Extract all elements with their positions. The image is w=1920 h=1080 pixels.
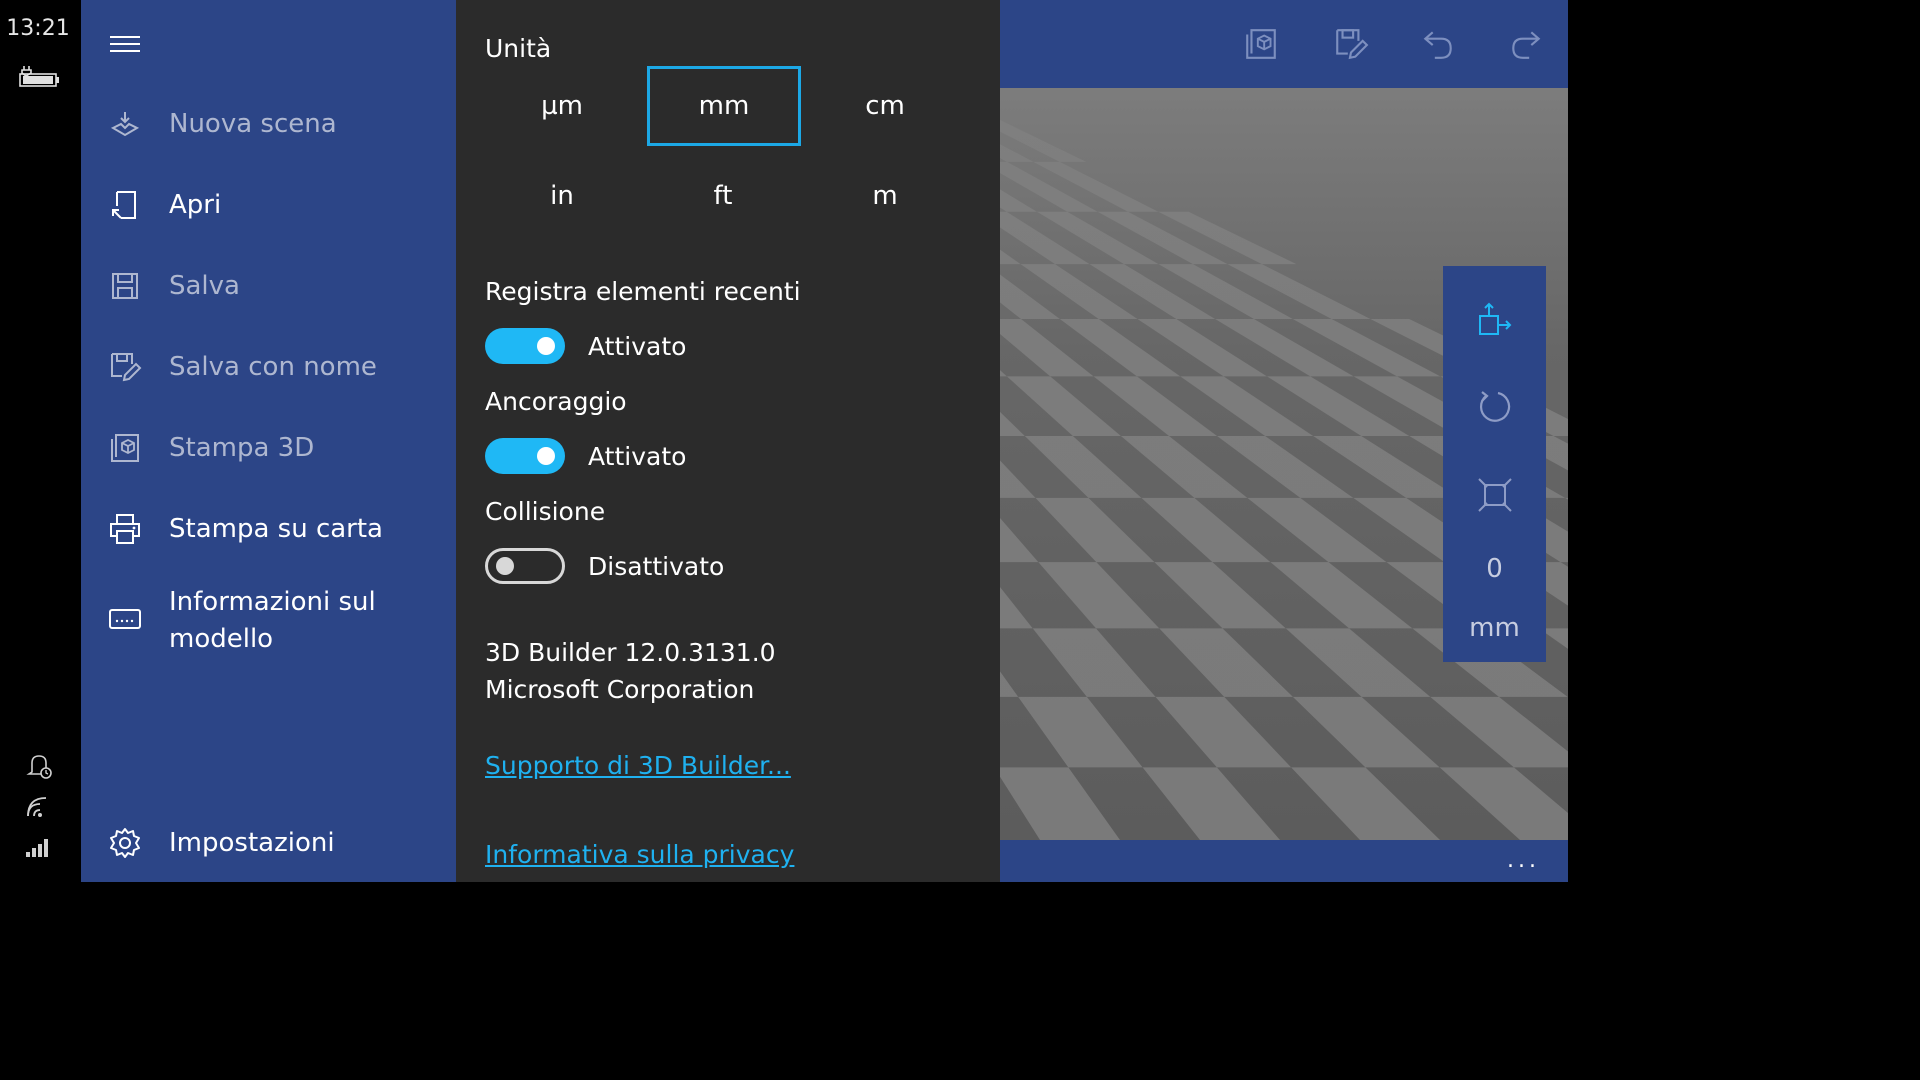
transform-toolbar: 0 mm <box>1443 266 1546 662</box>
nav-item-print-paper[interactable]: Stampa su carta <box>81 494 456 564</box>
new-scene-icon <box>107 106 143 142</box>
move-icon[interactable] <box>1476 302 1514 340</box>
snap-toggle[interactable] <box>485 438 565 474</box>
nav-item-3d-print[interactable]: Stampa 3D <box>81 413 456 483</box>
3d-viewport[interactable]: 0 mm ... <box>1000 0 1568 882</box>
model-info-icon <box>107 601 143 637</box>
nav-item-save-as[interactable]: Salva con nome <box>81 332 456 402</box>
snap-label: Ancoraggio <box>485 387 627 416</box>
nav-item-save[interactable]: Salva <box>81 251 456 321</box>
nav-item-label: Impostazioni <box>169 827 335 858</box>
redo-icon[interactable] <box>1508 26 1544 62</box>
version-info: 3D Builder 12.0.3131.0 Microsoft Corpora… <box>485 634 776 708</box>
recent-items-label: Registra elementi recenti <box>485 277 801 306</box>
unit-option-mm[interactable]: mm <box>647 66 801 146</box>
app-toolbar <box>1000 0 1568 88</box>
measure-unit: mm <box>1469 613 1520 643</box>
scale-icon[interactable] <box>1476 476 1514 514</box>
hamburger-menu-icon[interactable] <box>109 32 141 56</box>
nav-item-label: Stampa 3D <box>169 432 315 463</box>
rotate-icon[interactable] <box>1476 388 1514 426</box>
3d-print-icon <box>107 430 143 466</box>
save-as-icon[interactable] <box>1333 26 1369 62</box>
snap-state: Attivato <box>588 442 687 471</box>
printer-icon <box>107 511 143 547</box>
quiet-hours-icon <box>26 755 52 779</box>
unit-option-um[interactable]: µm <box>487 68 637 144</box>
toggle-knob <box>537 337 555 355</box>
nav-item-label: Salva con nome <box>169 351 377 382</box>
recent-items-toggle[interactable] <box>485 328 565 364</box>
nav-item-label: Stampa su carta <box>169 513 383 544</box>
save-icon <box>107 268 143 304</box>
more-options-icon[interactable]: ... <box>1507 848 1540 873</box>
battery-charging-icon <box>19 66 59 87</box>
nav-item-label: Informazioni sul modello <box>169 587 376 654</box>
settings-panel: Unità µm mm cm in ft m Registra elementi… <box>456 0 1000 882</box>
unit-option-cm[interactable]: cm <box>810 68 960 144</box>
nav-item-label: Apri <box>169 189 222 220</box>
nav-item-settings[interactable]: Impostazioni <box>81 808 456 878</box>
privacy-link[interactable]: Informativa sulla privacy <box>485 840 794 869</box>
unit-option-m[interactable]: m <box>810 158 960 234</box>
unit-option-ft[interactable]: ft <box>648 158 798 234</box>
collision-toggle[interactable] <box>485 548 565 584</box>
units-heading: Unità <box>485 34 552 63</box>
publisher: Microsoft Corporation <box>485 675 755 704</box>
system-status-bar: 13:21 <box>0 0 81 882</box>
open-icon <box>107 187 143 223</box>
undo-icon[interactable] <box>1420 26 1456 62</box>
app-version: 3D Builder 12.0.3131.0 <box>485 638 776 667</box>
nav-item-label: Nuova scena <box>169 108 337 139</box>
clock: 13:21 <box>6 16 70 41</box>
wifi-icon <box>27 797 47 817</box>
toggle-knob <box>537 447 555 465</box>
nav-item-open[interactable]: Apri <box>81 170 456 240</box>
toggle-knob <box>496 557 514 575</box>
recent-items-state: Attivato <box>588 332 687 361</box>
signal-strength-icon <box>26 839 48 857</box>
collision-state: Disattivato <box>588 552 725 581</box>
navigation-pane: Nuova scena Apri Salva Salva con nome St… <box>81 0 456 882</box>
nav-item-model-info[interactable]: Informazioni sul modello <box>81 582 456 656</box>
save-as-icon <box>107 349 143 385</box>
gear-icon <box>107 825 143 861</box>
support-link[interactable]: Supporto di 3D Builder... <box>485 751 791 780</box>
unit-option-in[interactable]: in <box>487 158 637 234</box>
nav-item-label: Salva <box>169 270 240 301</box>
3d-print-icon[interactable] <box>1243 26 1279 62</box>
nav-item-new-scene[interactable]: Nuova scena <box>81 89 456 159</box>
app-bottom-bar: ... <box>1000 840 1568 882</box>
measure-value: 0 <box>1486 554 1503 584</box>
collision-label: Collisione <box>485 497 606 526</box>
